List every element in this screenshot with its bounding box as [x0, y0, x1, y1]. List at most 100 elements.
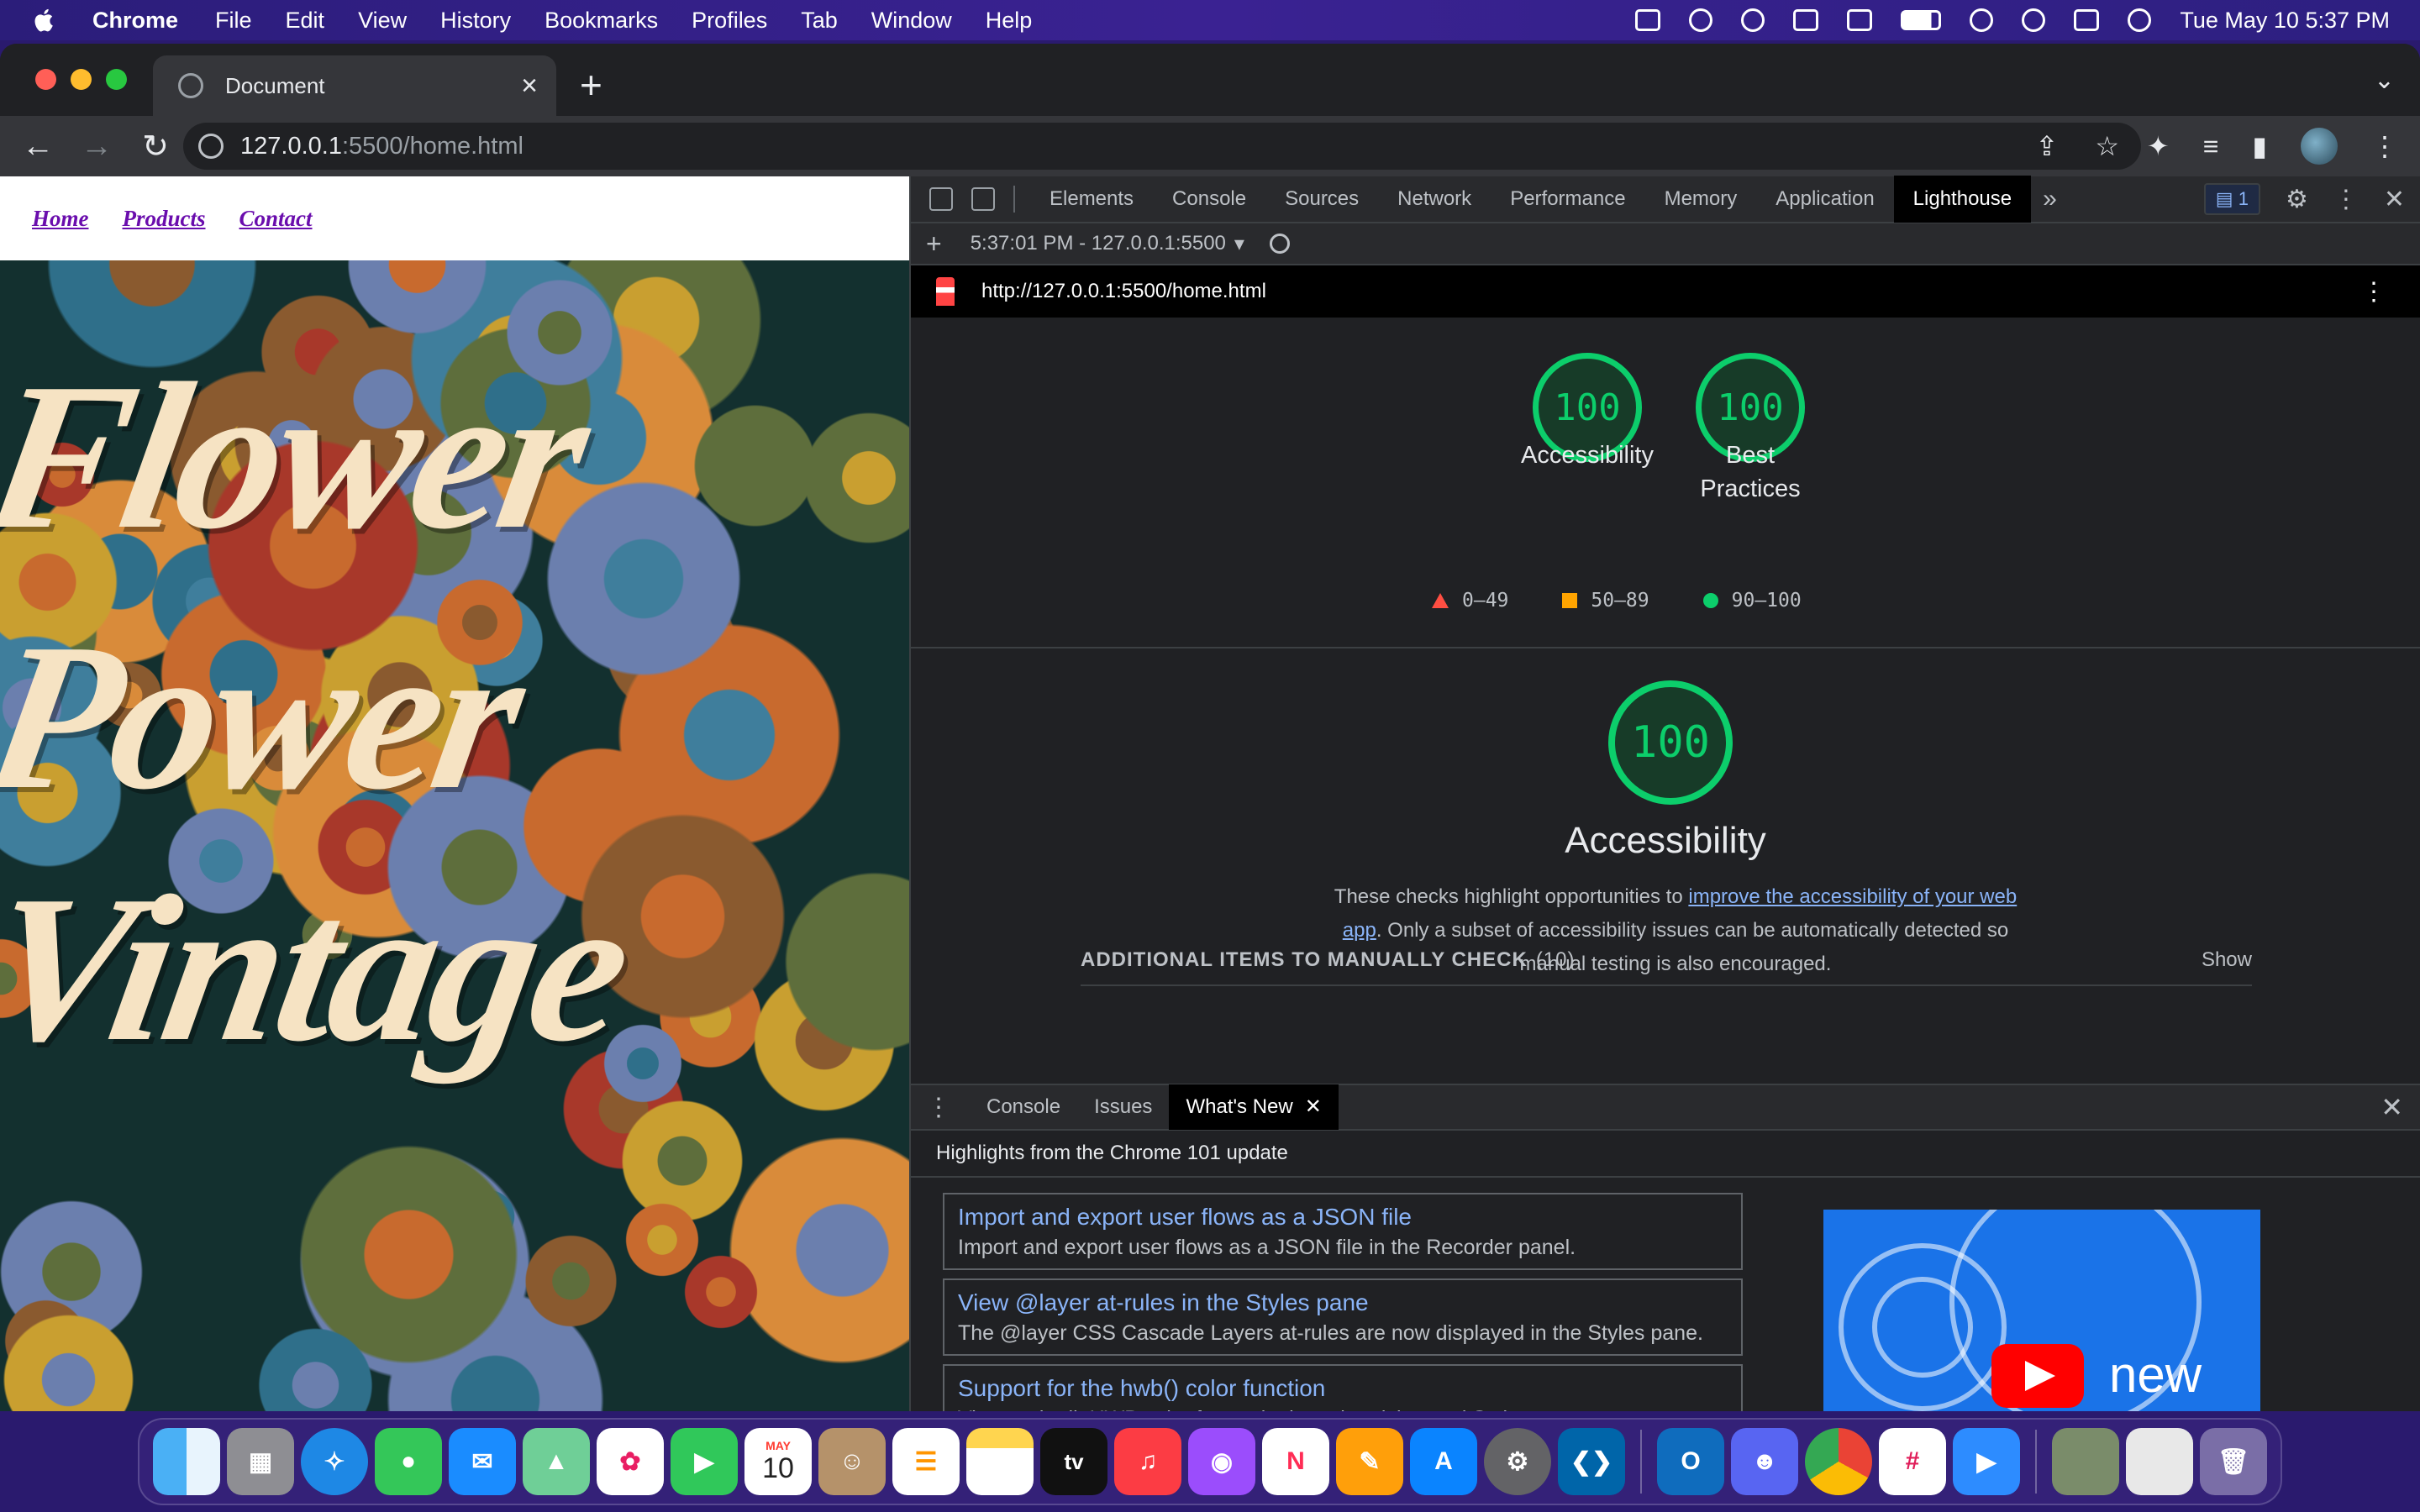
- tab-sources[interactable]: Sources: [1265, 176, 1378, 223]
- zoom-window-button[interactable]: [106, 69, 127, 90]
- app-menu-chrome[interactable]: Chrome: [92, 8, 178, 34]
- drawer-tab-issues[interactable]: Issues: [1077, 1084, 1169, 1130]
- keyboard-icon[interactable]: [1847, 9, 1873, 31]
- screen-record-icon[interactable]: [1635, 9, 1661, 31]
- report-menu-icon[interactable]: ⋮: [2361, 277, 2386, 307]
- close-tab-icon[interactable]: ×: [521, 70, 538, 102]
- battery-icon[interactable]: [1901, 10, 1942, 30]
- chrome-icon[interactable]: [1805, 1428, 1872, 1495]
- music-icon[interactable]: ♫: [1114, 1428, 1181, 1495]
- zoom-icon[interactable]: ▶: [1953, 1428, 2020, 1495]
- nav-link-products[interactable]: Products: [123, 206, 206, 232]
- calendar-icon[interactable]: MAY 10: [744, 1428, 812, 1495]
- reload-button[interactable]: ↻: [126, 128, 185, 165]
- photos-icon[interactable]: ✿: [597, 1428, 664, 1495]
- share-icon[interactable]: ⇪: [2036, 130, 2059, 162]
- new-report-plus-icon[interactable]: +: [926, 228, 942, 260]
- tab-network[interactable]: Network: [1378, 176, 1491, 223]
- profile-avatar[interactable]: [2301, 128, 2338, 165]
- feature-card[interactable]: View @layer at-rules in the Styles pane …: [943, 1278, 1743, 1356]
- control-center-icon[interactable]: [2074, 9, 2100, 31]
- menu-file[interactable]: File: [215, 8, 252, 34]
- nav-link-home[interactable]: Home: [32, 206, 89, 232]
- tab-application[interactable]: Application: [1756, 176, 1893, 223]
- more-tabs-chevron-icon[interactable]: »: [2031, 185, 2057, 213]
- menu-view[interactable]: View: [358, 8, 407, 34]
- maps-icon[interactable]: ▲: [523, 1428, 590, 1495]
- bluetooth-icon[interactable]: [1793, 9, 1819, 31]
- mail-icon[interactable]: ✉: [449, 1428, 516, 1495]
- tab-search-chevron-icon[interactable]: ⌄: [2374, 66, 2395, 95]
- youtube-play-icon[interactable]: [1991, 1344, 2084, 1408]
- device-toolbar-icon[interactable]: [971, 187, 995, 211]
- report-dropdown-icon[interactable]: ▾: [1234, 232, 1244, 256]
- media-controls-icon[interactable]: ≡: [2203, 131, 2219, 162]
- downloads-stack-icon[interactable]: [2052, 1428, 2119, 1495]
- manual-check-group[interactable]: ADDITIONAL ITEMS TO MANUALLY CHECK (10) …: [1081, 936, 2252, 986]
- menu-bookmarks[interactable]: Bookmarks: [544, 8, 658, 34]
- menu-history[interactable]: History: [440, 8, 511, 34]
- feature-card[interactable]: Import and export user flows as a JSON f…: [943, 1193, 1743, 1270]
- address-bar[interactable]: 127.0.0.1 :5500/home.html ⇪ ☆: [183, 123, 2141, 170]
- show-button[interactable]: Show: [2202, 948, 2252, 972]
- close-drawer-icon[interactable]: ✕: [2381, 1091, 2403, 1123]
- menu-edit[interactable]: Edit: [286, 8, 325, 34]
- contacts-icon[interactable]: ☺: [818, 1428, 886, 1495]
- minimize-window-button[interactable]: [71, 69, 92, 90]
- notes-icon[interactable]: [966, 1428, 1034, 1495]
- new-tab-button[interactable]: +: [580, 62, 602, 108]
- documents-stack-icon[interactable]: [2126, 1428, 2193, 1495]
- finder-icon[interactable]: [153, 1428, 220, 1495]
- side-panel-icon[interactable]: ▮: [2252, 130, 2267, 162]
- siri-icon[interactable]: [2128, 8, 2152, 32]
- menu-window[interactable]: Window: [871, 8, 952, 34]
- trash-icon[interactable]: 🗑: [2200, 1428, 2267, 1495]
- forward-button[interactable]: →: [67, 129, 126, 165]
- browser-tab[interactable]: Document ×: [153, 55, 556, 116]
- messages-icon[interactable]: ●: [375, 1428, 442, 1495]
- clear-reports-icon[interactable]: [1269, 234, 1290, 254]
- close-tab-icon[interactable]: ✕: [1305, 1095, 1322, 1118]
- discord-icon[interactable]: ☻: [1731, 1428, 1798, 1495]
- apple-tv-icon[interactable]: tv: [1040, 1428, 1107, 1495]
- whats-new-video-thumbnail[interactable]: new: [1823, 1210, 2260, 1411]
- tab-console[interactable]: Console: [1153, 176, 1265, 223]
- facetime-icon[interactable]: ▶: [671, 1428, 738, 1495]
- close-window-button[interactable]: [35, 69, 56, 90]
- drawer-tab-console[interactable]: Console: [970, 1084, 1077, 1130]
- clock[interactable]: Tue May 10 5:37 PM: [2180, 8, 2390, 34]
- airplay-icon[interactable]: [1689, 8, 1713, 32]
- pages-icon[interactable]: ✎: [1336, 1428, 1403, 1495]
- spotlight-search-icon[interactable]: [2022, 8, 2046, 32]
- nav-link-contact[interactable]: Contact: [239, 206, 313, 232]
- bookmark-star-icon[interactable]: ☆: [2095, 130, 2119, 162]
- back-button[interactable]: ←: [8, 129, 67, 165]
- slack-icon[interactable]: #: [1879, 1428, 1946, 1495]
- inspect-element-icon[interactable]: [929, 187, 953, 211]
- tab-lighthouse[interactable]: Lighthouse: [1893, 176, 2032, 223]
- extensions-puzzle-icon[interactable]: ✦: [2147, 130, 2170, 162]
- news-icon[interactable]: N: [1262, 1428, 1329, 1495]
- issues-badge[interactable]: ▤ 1: [2203, 183, 2260, 215]
- site-info-icon[interactable]: [198, 134, 224, 159]
- launchpad-icon[interactable]: ▦: [227, 1428, 294, 1495]
- reminders-icon[interactable]: ☰: [892, 1428, 960, 1495]
- safari-icon[interactable]: ✧: [301, 1428, 368, 1495]
- vscode-icon[interactable]: ❮❯: [1558, 1428, 1625, 1495]
- drawer-menu-icon[interactable]: ⋮: [926, 1093, 951, 1122]
- feature-card-title[interactable]: View @layer at-rules in the Styles pane: [958, 1287, 1728, 1319]
- apple-menu-icon[interactable]: [30, 6, 59, 34]
- settings-gear-icon[interactable]: ⚙: [2286, 185, 2308, 214]
- app-store-icon[interactable]: A: [1410, 1428, 1477, 1495]
- report-url[interactable]: http://127.0.0.1:5500/home.html: [981, 280, 1266, 303]
- tab-elements[interactable]: Elements: [1030, 176, 1153, 223]
- menu-profiles[interactable]: Profiles: [692, 8, 767, 34]
- menu-tab[interactable]: Tab: [801, 8, 838, 34]
- system-preferences-icon[interactable]: ⚙: [1484, 1428, 1551, 1495]
- chrome-menu-icon[interactable]: ⋮: [2371, 130, 2398, 162]
- outlook-icon[interactable]: O: [1657, 1428, 1724, 1495]
- close-devtools-icon[interactable]: ✕: [2384, 185, 2405, 214]
- feature-card-title[interactable]: Support for the hwb() color function: [958, 1373, 1728, 1404]
- tab-memory[interactable]: Memory: [1645, 176, 1757, 223]
- feature-card-title[interactable]: Import and export user flows as a JSON f…: [958, 1201, 1728, 1233]
